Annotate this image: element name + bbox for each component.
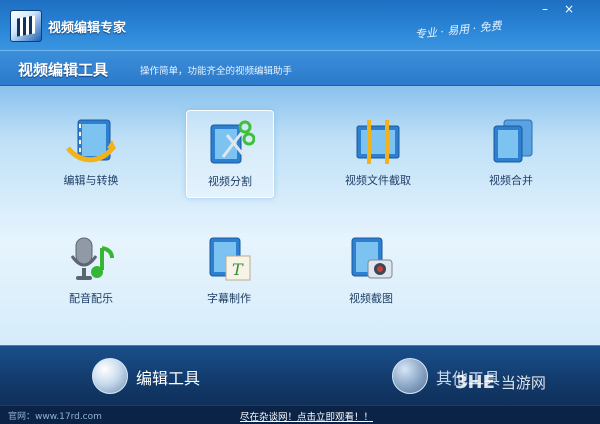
slogan: 专业 · 易用 · 免费 xyxy=(414,19,503,42)
tool-label: 视频合并 xyxy=(489,174,533,187)
film-subtitle-icon: T xyxy=(209,237,251,281)
title-bar[interactable]: 视频编辑专家 专业 · 易用 · 免费 – × xyxy=(0,0,600,50)
edit-tools-label: 编辑工具 xyxy=(136,369,201,388)
tool-dubbing-music[interactable]: 配音配乐 xyxy=(48,228,134,314)
tool-label: 视频文件截取 xyxy=(345,174,411,187)
watermark-text: 当游网 xyxy=(500,374,546,392)
film-merge-icon xyxy=(493,119,533,163)
tool-subtitle[interactable]: T 字幕制作 xyxy=(186,228,272,314)
app-window: 视频编辑专家 专业 · 易用 · 免费 – × 视频编辑工具 操作简单，功能齐全… xyxy=(0,0,600,424)
promo-link[interactable]: 尽在杂谈网！点击立即观看！！ xyxy=(240,409,373,423)
tool-video-merge[interactable]: 视频合并 xyxy=(468,110,554,196)
tool-label: 视频分割 xyxy=(208,175,252,188)
app-logo-icon xyxy=(10,10,42,42)
more-dots-icon xyxy=(392,358,428,394)
section-header: 视频编辑工具 操作简单，功能齐全的视频编辑助手 xyxy=(0,50,600,86)
tool-file-cut[interactable]: 视频文件截取 xyxy=(328,110,428,196)
tool-label: 视频截图 xyxy=(349,292,393,305)
microphone-music-icon xyxy=(70,237,114,280)
watermark-logo: 3HE xyxy=(455,372,495,393)
edit-tools-tab[interactable]: 编辑工具 xyxy=(92,354,312,398)
film-cut-icon xyxy=(356,120,400,164)
pencil-icon xyxy=(92,358,128,394)
tool-edit-convert[interactable]: 编辑与转换 xyxy=(48,110,134,196)
film-convert-icon xyxy=(66,119,116,163)
tool-label: 配音配乐 xyxy=(69,292,113,305)
tool-label: 编辑与转换 xyxy=(63,174,119,187)
close-button[interactable]: × xyxy=(560,2,578,18)
tool-label: 字幕制作 xyxy=(207,292,251,305)
app-title: 视频编辑专家 xyxy=(48,21,127,36)
minimize-button[interactable]: – xyxy=(536,2,554,18)
section-subtitle: 操作简单，功能齐全的视频编辑助手 xyxy=(140,66,293,77)
film-scissors-icon xyxy=(210,120,255,164)
tool-video-split[interactable]: 视频分割 xyxy=(186,110,274,198)
site-watermark: 3HE 当游网 xyxy=(455,372,546,393)
svg-text:T: T xyxy=(232,260,244,279)
section-title: 视频编辑工具 xyxy=(18,61,109,79)
film-camera-icon xyxy=(351,237,393,279)
official-site: 官网：www.17rd.com xyxy=(8,412,102,422)
tool-screenshot[interactable]: 视频截图 xyxy=(328,228,414,314)
status-bar: 官网：www.17rd.com 尽在杂谈网！点击立即观看！！ xyxy=(0,405,600,424)
